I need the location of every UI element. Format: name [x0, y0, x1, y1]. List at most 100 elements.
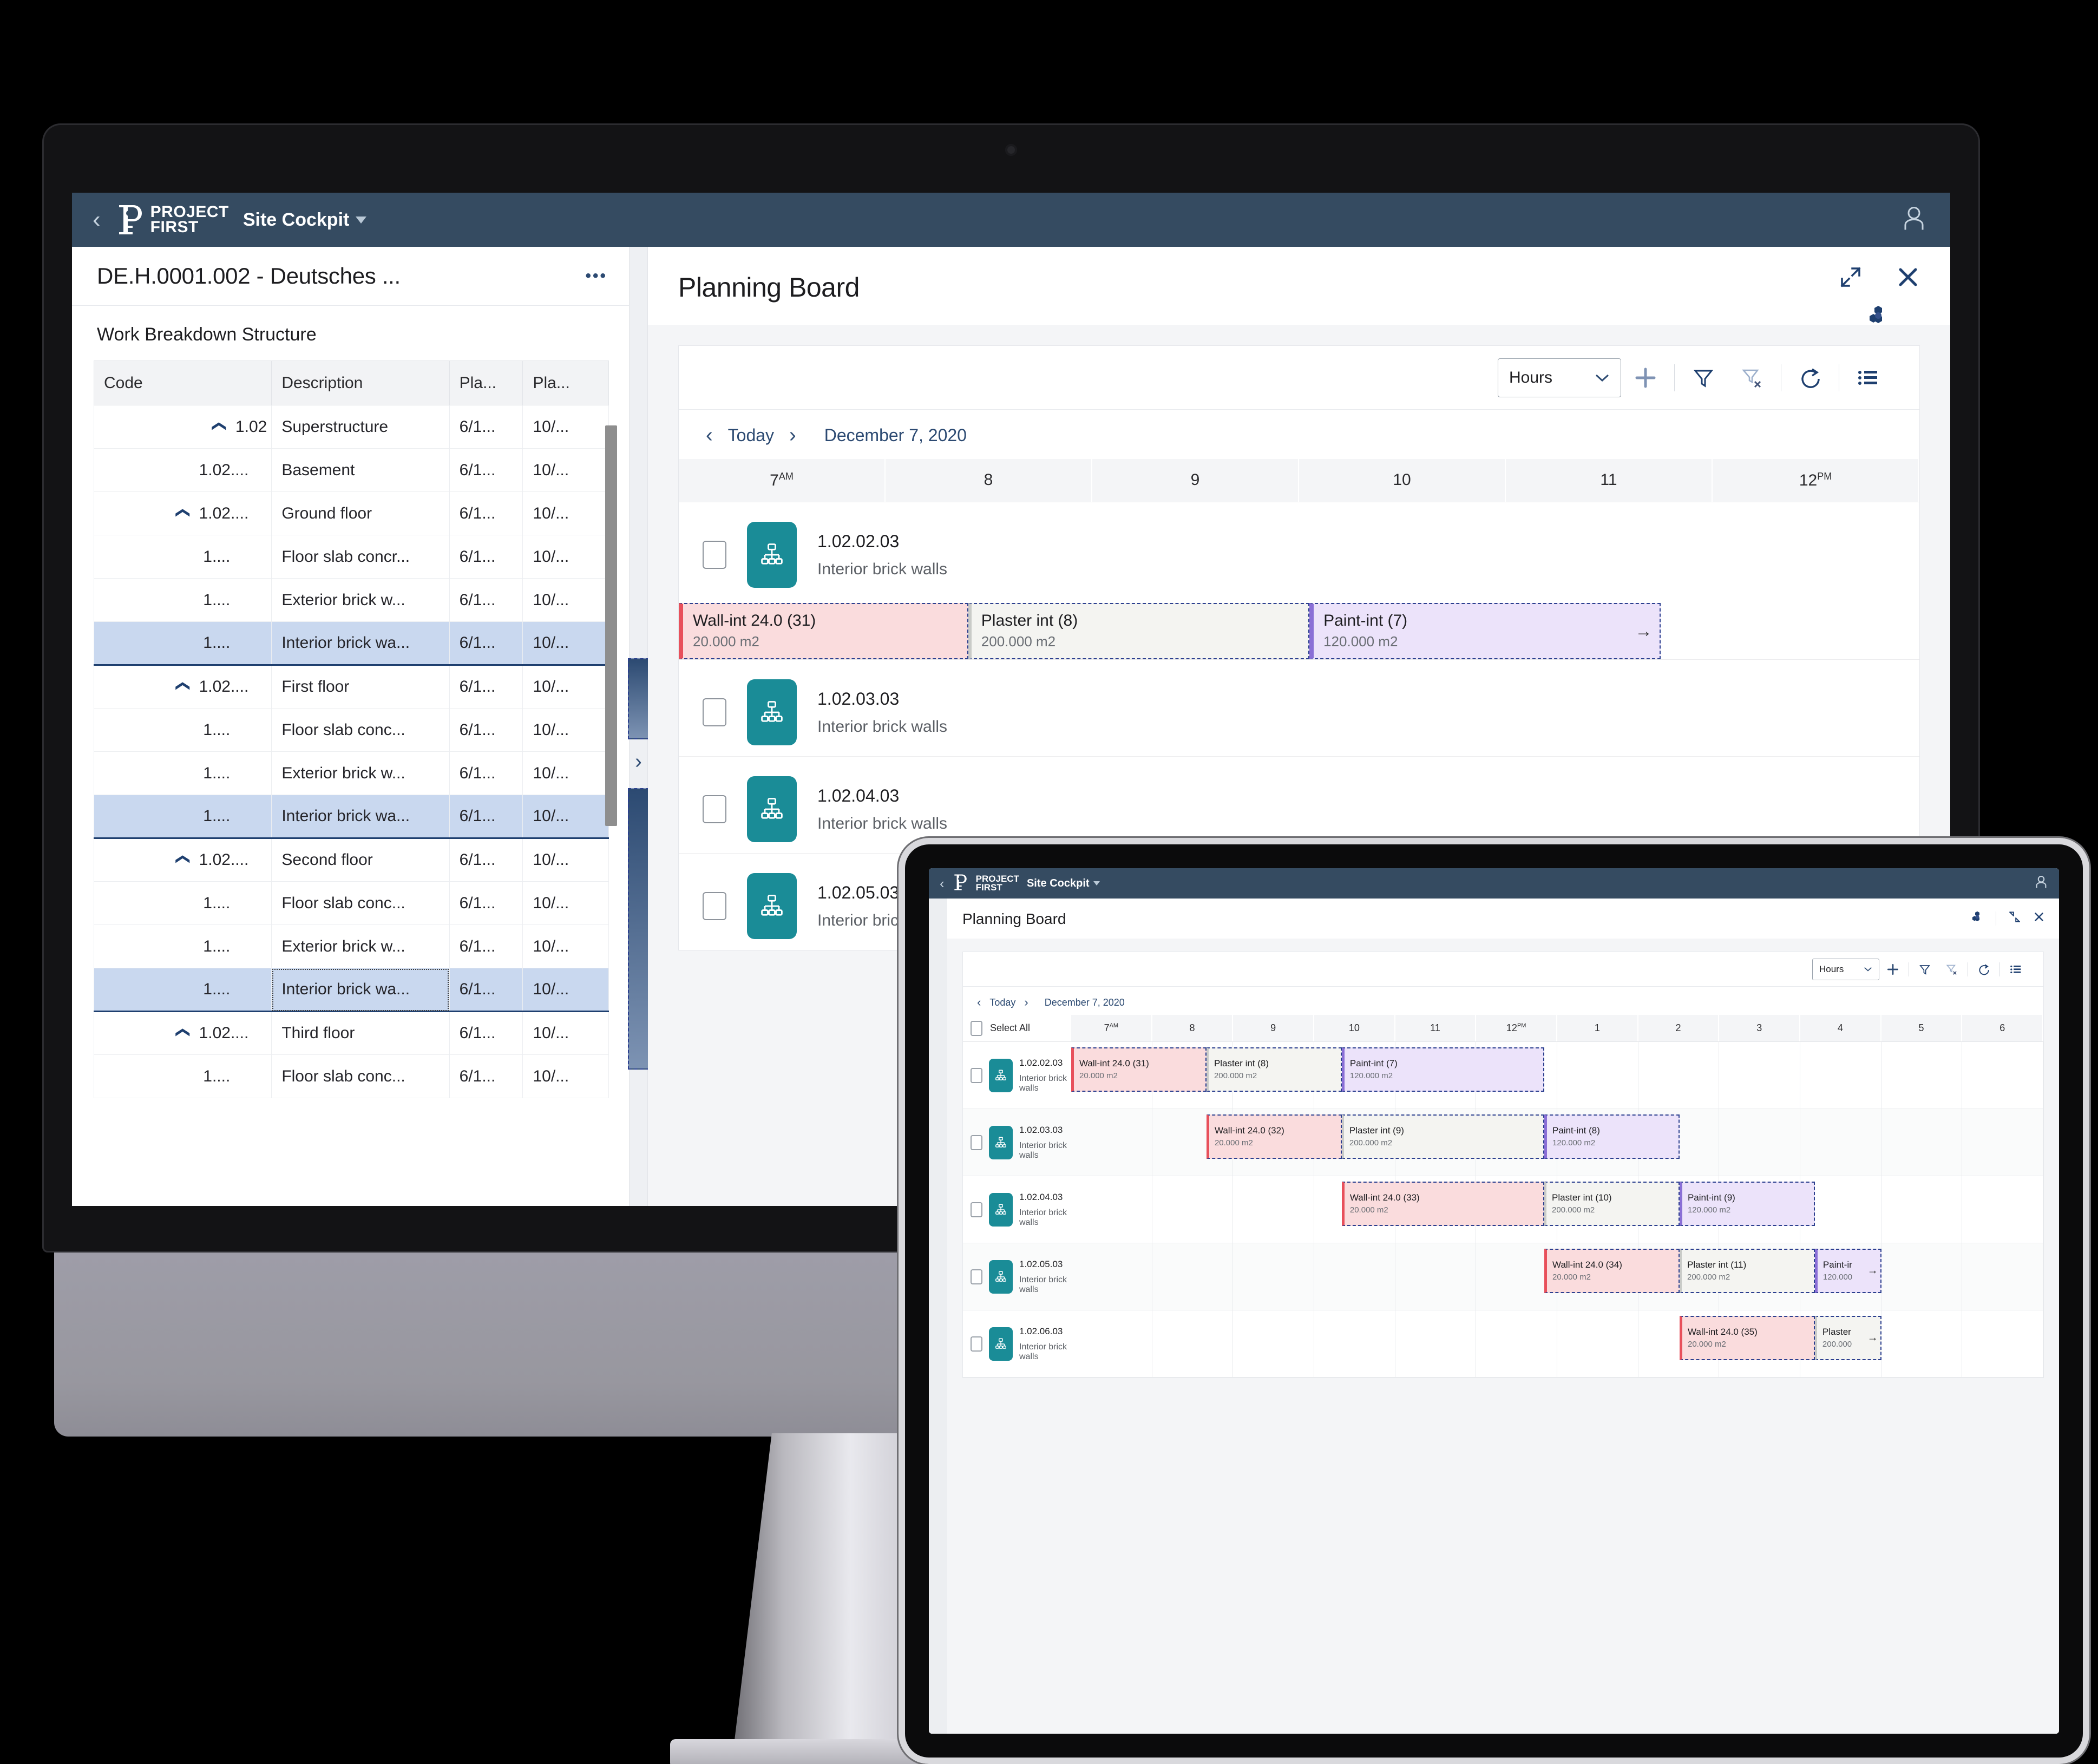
table-row[interactable]: 1.... Exterior brick w... 6/1... 10/... [93, 924, 609, 968]
wbs-col-planned-end[interactable]: Pla... [522, 360, 609, 405]
add-button[interactable] [1621, 358, 1670, 397]
panel-splitter[interactable]: › [627, 247, 650, 1206]
time-scale-select[interactable]: Hours [1498, 358, 1621, 397]
filter-icon[interactable] [1911, 959, 1938, 980]
wbs-scrollbar[interactable] [605, 425, 617, 826]
back-chevron-icon[interactable]: ‹ [93, 208, 101, 232]
board-row[interactable]: 1.02.03.03 Interior brick walls Wall-int 2… [963, 1109, 2044, 1176]
chevron-down-icon[interactable]: ❮ [175, 1027, 192, 1039]
board-row[interactable]: 1.02.05.03 Interior brick walls Wall-int 2… [963, 1243, 2044, 1310]
table-row[interactable]: ❮ 1.02.... First floor 6/1... 10/... [93, 665, 609, 709]
table-row[interactable]: 1.... Interior brick wa... 6/1... 10/... [93, 795, 609, 839]
board-row[interactable]: 1.02.04.03 Interior brick walls Wall-int 2… [963, 1176, 2044, 1243]
add-button[interactable] [1879, 959, 1906, 980]
wbs-cell-planned-start: 6/1... [449, 881, 523, 925]
board-bars: Wall-int 24.0 (35) 20.000 m2 Plaster 200.00… [1071, 1316, 2043, 1360]
activity-bar[interactable]: Plaster int (10) 200.000 m2 [1544, 1182, 1680, 1226]
clear-filter-icon[interactable] [1938, 959, 1965, 980]
chevron-down-icon[interactable]: ❮ [175, 854, 192, 865]
row-checkbox[interactable] [703, 698, 726, 726]
activity-bar[interactable]: Plaster int (9) 200.000 m2 [1341, 1114, 1545, 1159]
filter-icon[interactable] [1679, 358, 1728, 397]
row-checkbox[interactable] [703, 541, 726, 569]
today-button[interactable]: Today [728, 425, 774, 445]
settings-gear-icon[interactable] [1971, 910, 1984, 926]
table-row[interactable]: 1.... Interior brick wa... 6/1... 10/... [93, 621, 609, 666]
activity-bar[interactable]: Paint-int (9) 120.000 m2 [1679, 1182, 1815, 1226]
clear-filter-icon[interactable] [1728, 358, 1776, 397]
collapse-icon[interactable] [2008, 910, 2021, 926]
user-avatar-icon[interactable] [2035, 875, 2047, 891]
table-row[interactable]: 1.... Interior brick wa... 6/1... 10/... [93, 968, 609, 1012]
board-row[interactable]: 1.02.02.03 Interior brick walls Wall-int 2… [679, 502, 1919, 659]
select-all-cell[interactable]: Select All [963, 1020, 1071, 1036]
overflow-menu-icon[interactable]: ••• [585, 267, 607, 285]
user-avatar-icon[interactable] [1903, 206, 1925, 234]
activity-bar[interactable]: Wall-int 24.0 (31) 20.000 m2 [1071, 1047, 1207, 1092]
row-checkbox[interactable] [971, 1067, 982, 1083]
table-row[interactable]: ❮ 1.02.... Third floor 6/1... 10/... [93, 1011, 609, 1055]
row-checkbox[interactable] [703, 795, 726, 823]
activity-bar[interactable]: Wall-int 24.0 (33) 20.000 m2 [1341, 1182, 1545, 1226]
activity-bar[interactable]: Plaster 200.000 → [1814, 1316, 1881, 1360]
table-row[interactable]: 1.... Floor slab concr... 6/1... 10/... [93, 535, 609, 579]
chevron-down-icon[interactable]: ❮ [175, 507, 192, 519]
board-row[interactable]: 1.02.06.03 Interior brick walls Wall-int 2… [963, 1310, 2044, 1378]
activity-bar[interactable]: Plaster int (8) 200.000 m2 [1206, 1047, 1342, 1092]
time-scale-select[interactable]: Hours [1812, 958, 1879, 980]
app-title-dropdown[interactable]: Site Cockpit [1027, 877, 1100, 890]
activity-bar[interactable]: Wall-int 24.0 (34) 20.000 m2 [1544, 1249, 1680, 1293]
activity-bar[interactable]: Paint-ir 120.000 → [1814, 1249, 1881, 1293]
activity-bar[interactable]: Plaster int (11) 200.000 m2 [1679, 1249, 1815, 1293]
prev-day-icon[interactable]: ‹ [706, 424, 713, 447]
prev-day-icon[interactable]: ‹ [977, 995, 981, 1009]
activity-bar[interactable]: Wall-int 24.0 (35) 20.000 m2 [1679, 1316, 1815, 1360]
refresh-icon[interactable] [1970, 959, 1997, 980]
table-row[interactable]: 1.02.... Basement 6/1... 10/... [93, 448, 609, 492]
wbs-col-description[interactable]: Description [271, 360, 450, 405]
activity-bar[interactable]: Paint-int (8) 120.000 m2 [1544, 1114, 1680, 1159]
table-row[interactable]: ❮ 1.02 Superstructure 6/1... 10/... [93, 405, 609, 449]
row-checkbox[interactable] [971, 1336, 982, 1352]
table-row[interactable]: 1.... Floor slab conc... 6/1... 10/... [93, 708, 609, 752]
table-row[interactable]: ❮ 1.02.... Ground floor 6/1... 10/... [93, 491, 609, 535]
wbs-cell-code: 1.... [93, 578, 272, 622]
table-row[interactable]: 1.... Exterior brick w... 6/1... 10/... [93, 578, 609, 622]
row-checkbox[interactable] [703, 892, 726, 920]
select-all-checkbox[interactable] [971, 1020, 982, 1036]
settings-gear-icon[interactable] [1867, 304, 1890, 330]
back-chevron-icon[interactable]: ‹ [940, 875, 945, 892]
next-day-icon[interactable]: › [789, 424, 796, 447]
wbs-col-code[interactable]: Code [93, 360, 272, 405]
overflow-arrow-icon[interactable]: → [1867, 1332, 1878, 1345]
splitter-chevron-icon[interactable]: › [635, 750, 642, 773]
table-row[interactable]: 1.... Exterior brick w... 6/1... 10/... [93, 751, 609, 795]
row-checkbox[interactable] [971, 1202, 982, 1217]
next-day-icon[interactable]: › [1024, 995, 1028, 1009]
list-view-icon[interactable] [1844, 358, 1892, 397]
close-icon[interactable] [2033, 911, 2045, 926]
chevron-down-icon[interactable]: ❮ [175, 680, 192, 692]
overflow-arrow-icon[interactable]: → [1635, 621, 1652, 641]
activity-bar[interactable]: Wall-int 24.0 (31) 20.000 m2 [679, 603, 968, 659]
expand-icon[interactable] [1839, 265, 1863, 292]
table-row[interactable]: 1.... Floor slab conc... 6/1... 10/... [93, 881, 609, 925]
app-title-dropdown[interactable]: Site Cockpit [243, 209, 367, 231]
close-icon[interactable] [1896, 265, 1920, 292]
board-row[interactable]: 1.02.02.03 Interior brick walls Wall-int 2… [963, 1042, 2044, 1109]
table-row[interactable]: 1.... Floor slab conc... 6/1... 10/... [93, 1054, 609, 1098]
table-row[interactable]: ❮ 1.02.... Second floor 6/1... 10/... [93, 838, 609, 882]
today-button[interactable]: Today [989, 997, 1015, 1008]
activity-bar[interactable]: Plaster int (8) 200.000 m2 [968, 603, 1310, 659]
chevron-down-icon[interactable]: ❮ [212, 420, 228, 432]
wbs-col-planned-start[interactable]: Pla... [449, 360, 523, 405]
row-checkbox[interactable] [971, 1269, 982, 1284]
row-checkbox[interactable] [971, 1135, 982, 1150]
board-row[interactable]: 1.02.03.03 Interior brick walls [679, 659, 1919, 756]
activity-bar[interactable]: Paint-int (7) 120.000 m2 → [1309, 603, 1661, 659]
activity-bar[interactable]: Wall-int 24.0 (32) 20.000 m2 [1206, 1114, 1342, 1159]
list-view-icon[interactable] [2002, 959, 2029, 980]
activity-bar[interactable]: Paint-int (7) 120.000 m2 [1341, 1047, 1545, 1092]
refresh-icon[interactable] [1786, 358, 1834, 397]
overflow-arrow-icon[interactable]: → [1867, 1265, 1878, 1277]
